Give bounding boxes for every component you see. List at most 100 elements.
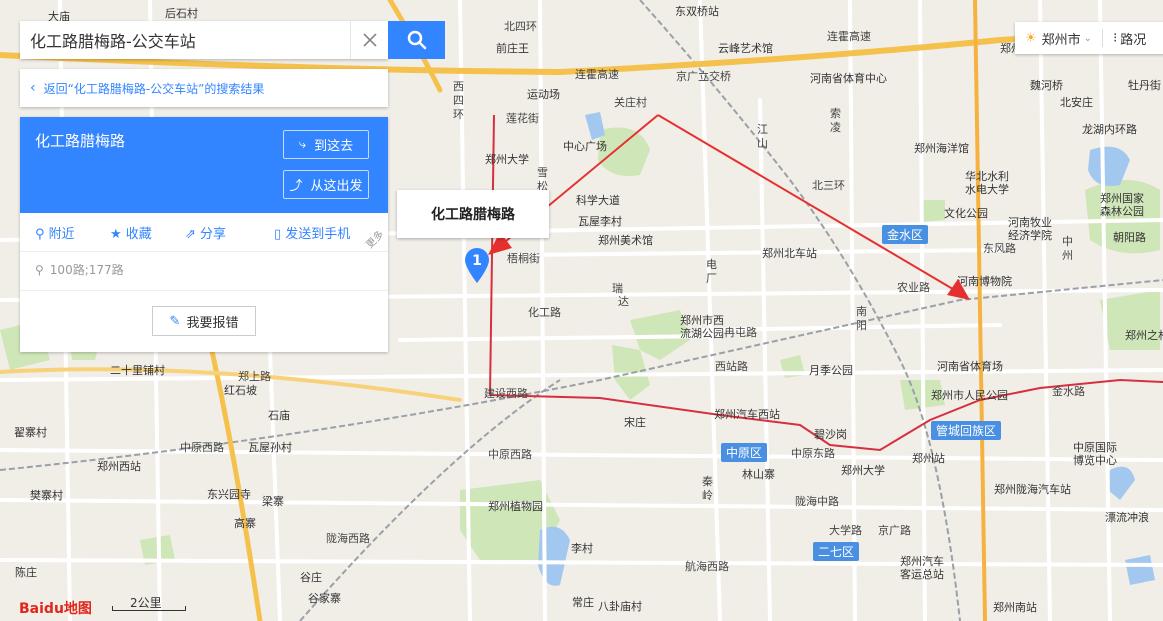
svg-text:河南省体育场: 河南省体育场 — [937, 359, 1003, 373]
svg-text:大学路: 大学路 — [829, 523, 862, 537]
city-widget: ☀ 郑州市 ⌄ ⁝ 路况 — [1015, 22, 1163, 54]
svg-text:山: 山 — [757, 137, 768, 150]
search-box — [20, 21, 388, 59]
search-icon — [407, 30, 426, 50]
svg-text:东双桥站: 东双桥站 — [675, 4, 719, 18]
svg-text:岭: 岭 — [702, 488, 713, 502]
svg-text:江: 江 — [757, 123, 768, 136]
map-marker-pin[interactable]: 1 — [464, 248, 490, 284]
result-card-header: 化工路腊梅路 ⤷ 到这去 ⤴ 从这出发 — [20, 117, 388, 213]
svg-text:瓦屋孙村: 瓦屋孙村 — [248, 440, 292, 454]
send-to-phone-action[interactable]: ▯ 发送到手机 — [274, 223, 350, 242]
svg-text:水电大学: 水电大学 — [965, 182, 1009, 196]
star-icon: ★ — [110, 226, 126, 242]
svg-text:阳: 阳 — [856, 319, 867, 332]
svg-text:郑州市西: 郑州市西 — [680, 313, 724, 327]
svg-text:连霍高速: 连霍高速 — [827, 29, 871, 43]
go-here-label: 到这去 — [314, 139, 354, 154]
svg-text:郑州西站: 郑州西站 — [97, 459, 141, 473]
svg-text:东风路: 东风路 — [983, 242, 1016, 255]
action-bar: ⚲ 附近 ★ 收藏 ⇗ 分享 ▯ 发送到手机 更多 — [20, 213, 388, 252]
city-selector[interactable]: 郑州市 — [1042, 29, 1081, 48]
svg-text:中原国际: 中原国际 — [1073, 441, 1117, 454]
svg-text:月季公园: 月季公园 — [809, 364, 853, 377]
svg-text:碧沙岗: 碧沙岗 — [814, 428, 847, 441]
share-action[interactable]: ⇗ 分享 — [185, 223, 226, 242]
divider — [20, 290, 388, 291]
location-pin-icon: ⚲ — [35, 226, 49, 242]
svg-text:北四环: 北四环 — [504, 20, 537, 33]
svg-text:宋庄: 宋庄 — [624, 415, 646, 429]
svg-text:中原西路: 中原西路 — [180, 441, 224, 454]
traffic-light-icon: ⁝ — [1113, 30, 1118, 46]
baidu-map-logo: Baidu地图 — [19, 601, 92, 617]
svg-text:客运总站: 客运总站 — [900, 567, 944, 581]
svg-text:北三环: 北三环 — [812, 179, 845, 192]
clear-search-button[interactable] — [350, 21, 389, 59]
favorite-action[interactable]: ★ 收藏 — [110, 223, 152, 242]
svg-text:秦: 秦 — [702, 474, 713, 488]
svg-text:谷家寨: 谷家寨 — [308, 591, 341, 605]
scale-label: 2公里 — [130, 596, 162, 610]
edit-icon: ✎ — [169, 313, 181, 329]
traffic-toggle[interactable]: 路况 — [1120, 29, 1146, 48]
svg-text:航海西路: 航海西路 — [685, 559, 729, 573]
svg-text:瑞: 瑞 — [612, 281, 623, 295]
back-to-results[interactable]: ‹ 返回“化工路腊梅路-公交车站”的搜索结果 — [20, 69, 388, 107]
svg-text:郑州市人民公园: 郑州市人民公园 — [931, 388, 1008, 402]
from-here-button[interactable]: ⤴ 从这出发 — [283, 170, 369, 199]
svg-text:电: 电 — [706, 258, 717, 271]
svg-text:西: 西 — [453, 80, 464, 93]
svg-text:京广路: 京广路 — [878, 523, 911, 537]
separator — [1102, 29, 1104, 47]
svg-text:郑州美术馆: 郑州美术馆 — [598, 233, 653, 247]
svg-text:樊寨村: 樊寨村 — [30, 488, 63, 502]
svg-text:西站路: 西站路 — [715, 359, 748, 373]
svg-text:索: 索 — [830, 106, 841, 120]
svg-text:梧桐街: 梧桐街 — [507, 251, 540, 265]
svg-text:建设西路: 建设西路 — [484, 386, 528, 400]
svg-text:达: 达 — [618, 295, 629, 308]
svg-text:朝阳路: 朝阳路 — [1113, 231, 1146, 244]
svg-text:流湖公园: 流湖公园 — [680, 326, 724, 340]
svg-text:陈庄: 陈庄 — [15, 565, 37, 579]
chevron-left-icon: ‹ — [30, 80, 36, 96]
svg-text:莲花街: 莲花街 — [506, 111, 539, 125]
svg-text:中原东路: 中原东路 — [791, 447, 835, 460]
location-pin-icon: ⚲ — [35, 262, 44, 277]
route-from-icon: ⤴ — [289, 179, 303, 194]
more-tag[interactable]: 更多 — [362, 226, 386, 251]
svg-text:北安庄: 北安庄 — [1060, 95, 1093, 109]
svg-text:高寨: 高寨 — [234, 516, 256, 530]
svg-text:林山寨: 林山寨 — [742, 467, 775, 481]
search-input[interactable] — [20, 21, 340, 59]
svg-text:华北水利: 华北水利 — [965, 169, 1009, 183]
svg-text:文化公园: 文化公园 — [944, 206, 988, 220]
svg-text:陇海中路: 陇海中路 — [795, 494, 839, 508]
back-link-text[interactable]: 返回“化工路腊梅路-公交车站”的搜索结果 — [44, 80, 265, 97]
svg-text:谷庄: 谷庄 — [300, 570, 322, 584]
report-error-button[interactable]: ✎ 我要报错 — [152, 306, 256, 336]
svg-text:河南省体育中心: 河南省体育中心 — [810, 71, 887, 85]
svg-text:郑州站: 郑州站 — [912, 451, 945, 465]
search-button[interactable] — [388, 21, 445, 59]
svg-text:瓦屋李村: 瓦屋李村 — [578, 214, 622, 228]
svg-text:牡丹街: 牡丹街 — [1128, 78, 1161, 92]
svg-text:郑州汽车: 郑州汽车 — [900, 554, 944, 568]
svg-text:南: 南 — [856, 305, 867, 318]
svg-text:凌: 凌 — [830, 120, 841, 134]
svg-text:博览中心: 博览中心 — [1073, 453, 1117, 467]
svg-text:中心广场: 中心广场 — [563, 139, 607, 153]
svg-text:郑州大学: 郑州大学 — [841, 463, 885, 477]
marker-number: 1 — [472, 253, 482, 269]
svg-text:经济学院: 经济学院 — [1008, 228, 1052, 242]
phone-icon: ▯ — [274, 226, 286, 242]
go-here-button[interactable]: ⤷ 到这去 — [283, 130, 369, 159]
svg-text:八卦庙村: 八卦庙村 — [598, 599, 642, 613]
svg-text:郑州海洋馆: 郑州海洋馆 — [914, 141, 969, 155]
svg-text:翟寨村: 翟寨村 — [14, 425, 47, 439]
nearby-action[interactable]: ⚲ 附近 — [35, 223, 75, 242]
svg-text:环: 环 — [453, 108, 464, 121]
sun-icon: ☀ — [1025, 30, 1037, 46]
svg-text:陇海西路: 陇海西路 — [326, 531, 370, 545]
